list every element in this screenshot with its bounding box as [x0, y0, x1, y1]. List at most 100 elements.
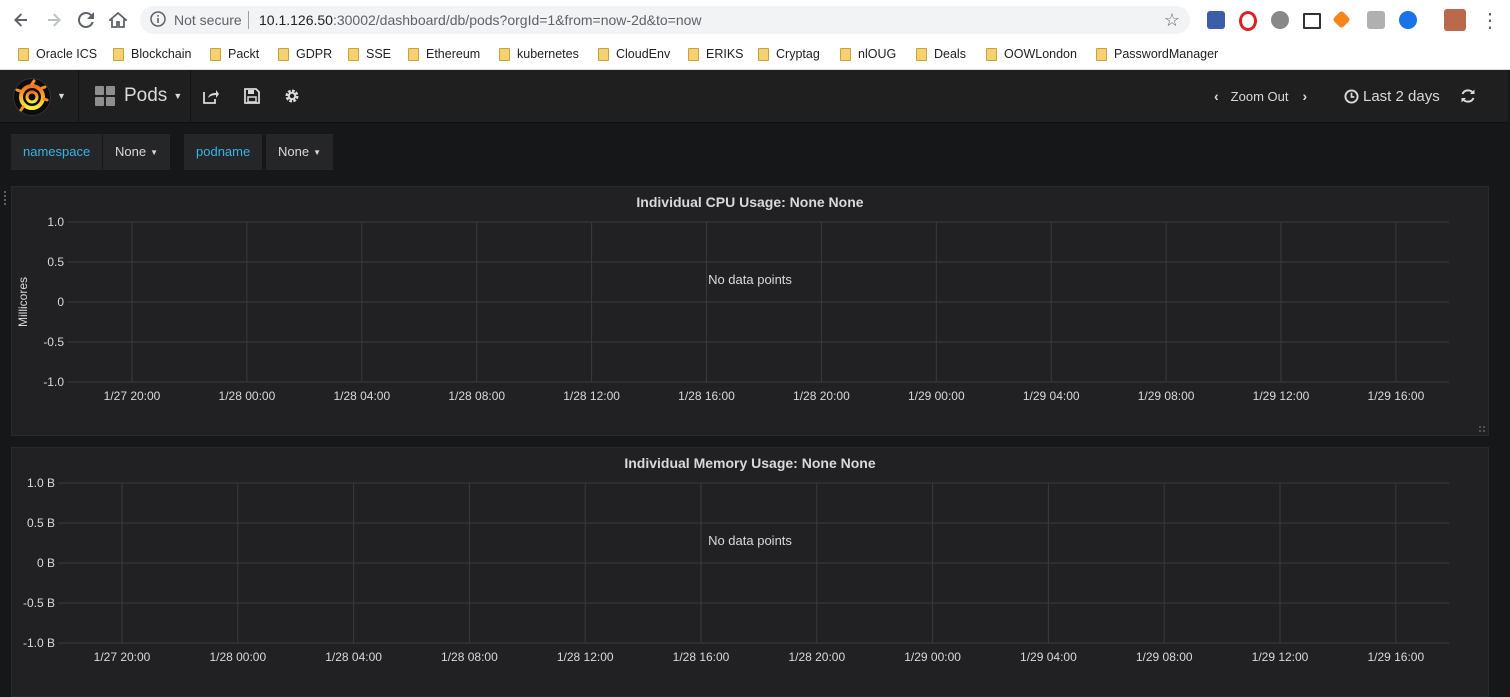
bookmark-item[interactable]: Ethereum	[408, 44, 480, 64]
bookmark-item[interactable]: ERIKS	[688, 44, 744, 64]
y-tick-label: 1.0 B	[27, 476, 55, 490]
resize-handle[interactable]	[1478, 425, 1486, 433]
info-extension-icon[interactable]	[1399, 11, 1417, 29]
dashboard-title-dropdown[interactable]: Pods ▼	[80, 78, 196, 114]
arrow-left-icon	[14, 13, 27, 27]
security-label: Not secure	[174, 12, 242, 28]
memory-graph: 1.0 B 0.5 B 0 B -0.5 B -1.0 B 1/27 20:00 1/28 …	[23, 476, 1449, 664]
x-tick-label: 1/28 12:00	[557, 650, 614, 664]
y-tick-label: 0 B	[37, 556, 55, 570]
refresh-button[interactable]	[1456, 82, 1480, 110]
dashboard-title: Pods	[124, 85, 168, 106]
bookmark-item[interactable]: SSE	[348, 44, 391, 64]
y-tick-label: 0	[57, 295, 64, 309]
x-tick-label: 1/28 00:00	[219, 389, 276, 403]
share-button[interactable]	[197, 82, 225, 110]
back-button[interactable]	[9, 8, 33, 32]
folder-icon	[1096, 47, 1107, 61]
dashboard-grid-icon	[95, 86, 115, 106]
bookmark-item[interactable]: kubernetes	[499, 44, 579, 64]
menu-icon[interactable]: ⋮	[1478, 8, 1502, 32]
bookmark-item[interactable]: PasswordManager	[1096, 44, 1218, 64]
url-text[interactable]: 10.1.126.50:30002/dashboard/db/pods?orgI…	[259, 12, 702, 28]
bookmark-item[interactable]: Deals	[916, 44, 966, 64]
gear-extension-icon[interactable]	[1271, 11, 1289, 29]
folder-icon	[840, 47, 851, 61]
bookmark-item[interactable]: Oracle ICS	[18, 44, 97, 64]
caret-down-icon: ▼	[57, 91, 66, 101]
save-button[interactable]	[238, 82, 266, 110]
x-tick-label: 1/28 12:00	[563, 389, 620, 403]
folder-icon	[348, 47, 359, 61]
divider	[190, 70, 191, 122]
gear-icon	[285, 89, 299, 103]
folder-icon	[986, 47, 997, 61]
x-tick-label: 1/27 20:00	[94, 650, 151, 664]
bookmarks-bar: Oracle ICS Blockchain Packt GDPR SSE Eth…	[0, 40, 1510, 70]
download-extension-icon[interactable]	[1207, 11, 1225, 29]
zoom-out-button[interactable]: Zoom Out	[1231, 89, 1289, 104]
x-tick-label: 1/29 00:00	[908, 389, 965, 403]
bookmark-item[interactable]: nlOUG	[840, 44, 896, 64]
reload-button[interactable]	[74, 8, 98, 32]
home-button[interactable]	[106, 8, 130, 32]
x-tick-label: 1/28 20:00	[788, 650, 845, 664]
arrow-right-icon	[48, 13, 61, 27]
bookmark-item[interactable]: Cryptag	[758, 44, 820, 64]
settings-button[interactable]	[278, 82, 306, 110]
variable-select-namespace[interactable]: None ▼	[103, 134, 170, 170]
time-range-picker[interactable]: Last 2 days	[1344, 82, 1440, 110]
x-tick-label: 1/28 04:00	[333, 389, 390, 403]
extension-icon[interactable]	[1367, 11, 1385, 29]
folder-icon	[916, 47, 927, 61]
address-bar[interactable]: Not secure 10.1.126.50:30002/dashboard/d…	[140, 6, 1190, 34]
chevron-right-icon[interactable]: ›	[1302, 88, 1307, 104]
url-path: :30002/dashboard/db/pods?orgId=1&from=no…	[332, 12, 702, 28]
y-tick-label: -1.0	[43, 375, 64, 389]
folder-icon	[758, 47, 769, 61]
x-tick-label: 1/28 04:00	[325, 650, 382, 664]
save-icon	[244, 88, 260, 104]
star-icon[interactable]: ☆	[1164, 10, 1180, 31]
url-host: 10.1.126.50	[259, 12, 333, 28]
bookmark-item[interactable]: Blockchain	[113, 44, 191, 64]
cpu-graph: 1.0 0.5 0 -0.5 -1.0 1/27 20:00 1/28 00:00 1/28 …	[16, 215, 1449, 403]
zoom-controls: ‹ Zoom Out ›	[1214, 82, 1307, 110]
graph-panel-memory[interactable]: Individual Memory Usage: None None 1.0 B…	[11, 447, 1489, 697]
x-tick-label: 1/29 16:00	[1368, 389, 1425, 403]
bookmark-item[interactable]: GDPR	[278, 44, 332, 64]
y-tick-label: -0.5	[43, 335, 64, 349]
grafana-app: ▼ Pods ▼ ‹ Zoom Out › Last 2 days namesp…	[0, 70, 1508, 697]
x-tick-label: 1/28 20:00	[793, 389, 850, 403]
bookmark-item[interactable]: CloudEnv	[598, 44, 670, 64]
row-drag-handle[interactable]	[3, 190, 7, 206]
opera-extension-icon[interactable]	[1239, 11, 1257, 31]
forward-button[interactable]	[42, 8, 66, 32]
avatar[interactable]	[1444, 9, 1466, 31]
x-tick-label: 1/28 16:00	[673, 650, 730, 664]
no-data-text: No data points	[708, 272, 792, 287]
metamask-extension-icon[interactable]	[1332, 10, 1351, 29]
x-tick-label: 1/29 00:00	[904, 650, 961, 664]
info-icon[interactable]	[150, 11, 166, 27]
bookmark-item[interactable]: Packt	[210, 44, 259, 64]
y-tick-label: 0.5	[47, 255, 64, 269]
grafana-menu-button[interactable]: ▼	[10, 74, 68, 118]
no-data-text: No data points	[708, 533, 792, 548]
variable-select-podname[interactable]: None ▼	[266, 134, 333, 170]
graph-panel-cpu[interactable]: Individual CPU Usage: None None 1.0 0.5 0-…	[11, 186, 1489, 436]
caret-down-icon: ▼	[150, 148, 158, 157]
chevron-left-icon[interactable]: ‹	[1214, 88, 1219, 104]
screenshot-extension-icon[interactable]	[1303, 13, 1321, 29]
x-tick-label: 1/29 04:00	[1020, 650, 1077, 664]
y-tick-label: -1.0 B	[23, 636, 55, 650]
variable-label-podname: podname	[184, 134, 263, 170]
x-tick-label: 1/29 08:00	[1136, 650, 1193, 664]
grafana-logo-icon	[13, 78, 51, 116]
grafana-navbar: ▼ Pods ▼ ‹ Zoom Out › Last 2 days	[0, 70, 1508, 123]
bookmark-item[interactable]: OOWLondon	[986, 44, 1077, 64]
folder-icon	[113, 47, 124, 61]
y-tick-label: 0.5 B	[27, 516, 55, 530]
x-tick-label: 1/29 08:00	[1138, 389, 1195, 403]
browser-toolbar: Not secure 10.1.126.50:30002/dashboard/d…	[0, 0, 1510, 41]
